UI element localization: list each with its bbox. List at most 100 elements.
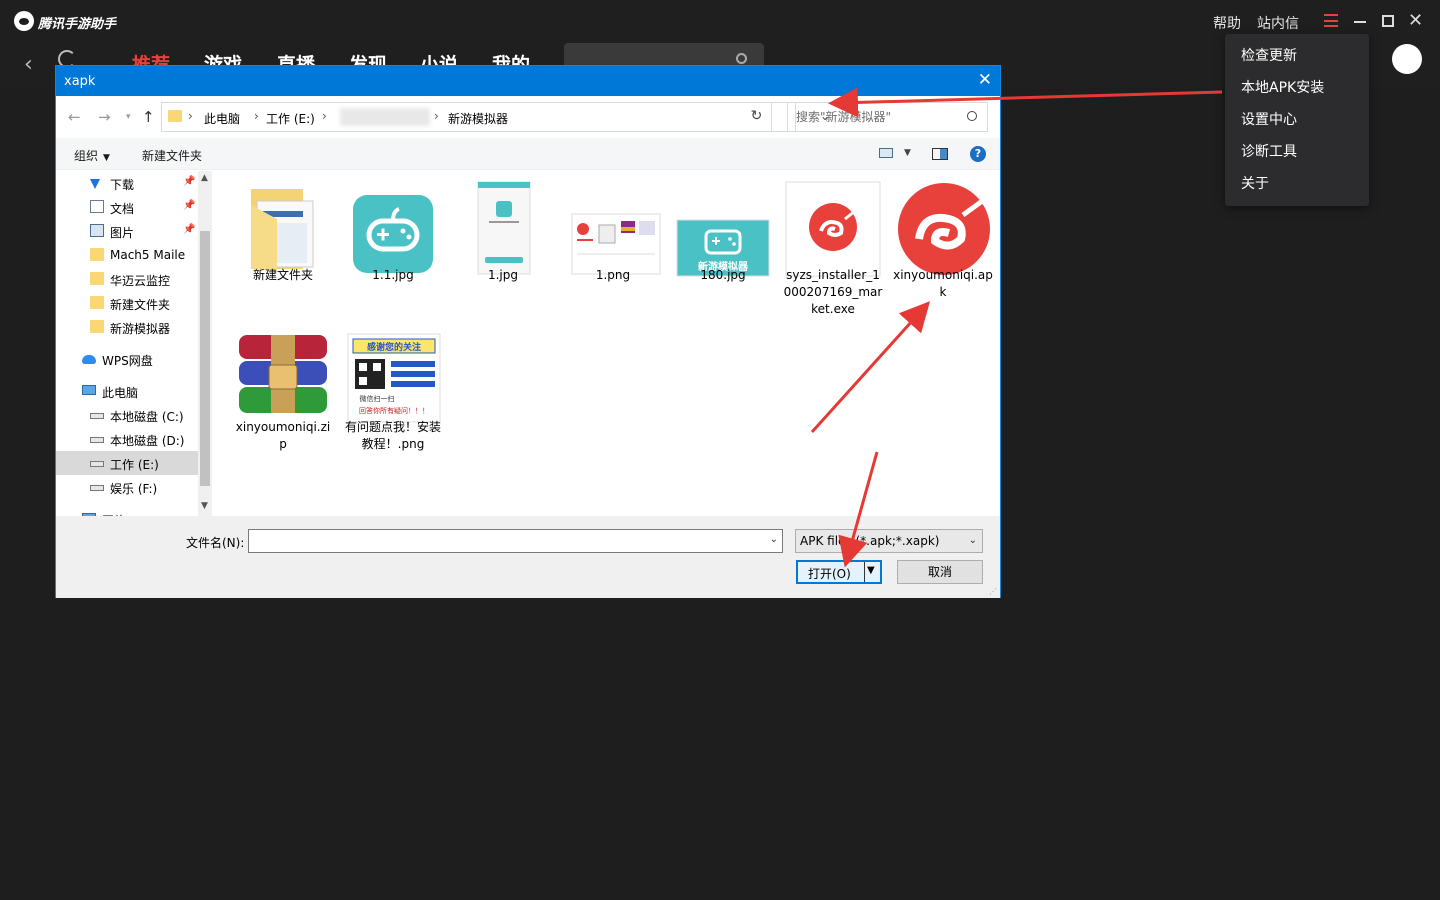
breadcrumb-separator-icon[interactable]: › [434, 109, 439, 123]
folder-icon [168, 110, 182, 122]
drive-icon [90, 485, 104, 491]
tree-item-label: 本地磁盘 (D:) [110, 434, 185, 448]
tree-item-huamai[interactable]: 华迈云监控 [56, 267, 198, 291]
menu-local-apk-install[interactable]: 本地APK安装 [1225, 72, 1369, 104]
breadcrumb-this-pc[interactable]: 此电脑 [204, 110, 240, 127]
view-mode-icon[interactable] [879, 148, 893, 158]
help-icon[interactable]: ? [970, 146, 986, 162]
app-titlebar: 腾讯手游助手 帮助 站内信 ✕ [0, 0, 1440, 42]
help-link[interactable]: 帮助 [1213, 13, 1241, 33]
tree-item-drive-e[interactable]: 工作 (E:) [56, 451, 198, 475]
tree-item-label: 新建文件夹 [110, 298, 171, 312]
dialog-footer: 文件名(N): ⌄ APK files (*.apk;*.xapk) ⌄ 打开(… [56, 516, 1000, 598]
folder-search-box[interactable] [787, 102, 988, 132]
tree-item-drive-f[interactable]: 娱乐 (F:) [56, 475, 198, 499]
tree-item-label: 文档 [110, 202, 135, 216]
breadcrumb-drive-e[interactable]: 工作 (E:) [266, 110, 315, 127]
refresh-icon[interactable]: ↻ [742, 102, 772, 132]
drive-icon [90, 461, 104, 467]
navigation-pane: 下载 📌 文档 📌 图片 📌 Mach5 Maile 华迈云监控 新建文件夹 新… [56, 171, 214, 516]
back-arrow-icon[interactable]: ‹ [24, 52, 33, 77]
file-name: xinyoumoniqi.zip [235, 420, 331, 451]
tree-item-label: 娱乐 (F:) [110, 482, 158, 496]
menu-about[interactable]: 关于 [1225, 168, 1369, 200]
resize-grip-icon[interactable]: ⋰ [989, 587, 997, 596]
app-logo-icon [14, 11, 34, 31]
nav-scrollbar[interactable]: ▲ ▼ [198, 171, 212, 516]
address-bar[interactable]: › 此电脑 › 工作 (E:) › › 新游模拟器 ⌄ [161, 102, 830, 132]
tree-item-label: 本地磁盘 (C:) [110, 410, 184, 424]
scroll-thumb[interactable] [200, 231, 210, 486]
tree-item-label: 下载 [110, 178, 135, 192]
file-name: 1.png [595, 268, 631, 282]
tree-item-network[interactable]: 网络 [56, 507, 198, 516]
back-icon[interactable]: ← [68, 108, 81, 126]
maximize-icon[interactable] [1382, 15, 1394, 27]
tree-item-label: 图片 [110, 226, 135, 240]
tree-item-drive-c[interactable]: 本地磁盘 (C:) [56, 403, 198, 427]
screenshot-icon [571, 213, 661, 275]
tree-item-documents[interactable]: 文档 📌 [56, 195, 198, 219]
breadcrumb-separator-icon[interactable]: › [188, 109, 193, 123]
tree-item-xinyou[interactable]: 新游模拟器 [56, 315, 198, 339]
filetype-select[interactable]: APK files (*.apk;*.xapk) ⌄ [795, 529, 983, 553]
menu-check-update[interactable]: 检查更新 [1225, 40, 1369, 72]
pin-icon: 📌 [183, 224, 196, 235]
menu-diagnostics[interactable]: 诊断工具 [1225, 136, 1369, 168]
scroll-up-icon[interactable]: ▲ [201, 173, 208, 183]
filename-input[interactable] [253, 531, 753, 551]
installer-exe-icon [785, 181, 881, 277]
up-folder-icon[interactable]: ↑ [142, 108, 155, 126]
tree-item-downloads[interactable]: 下载 📌 [56, 171, 198, 195]
filename-field[interactable]: ⌄ [248, 529, 783, 553]
tree-item-wps[interactable]: WPS网盘 [56, 347, 198, 371]
tree-item-mach5[interactable]: Mach5 Maile [56, 243, 198, 267]
cancel-button[interactable]: 取消 [897, 560, 983, 584]
archive-zip-icon [239, 335, 327, 413]
breadcrumb-current-folder[interactable]: 新游模拟器 [448, 110, 508, 127]
preview-pane-icon[interactable] [932, 148, 948, 160]
breadcrumb-separator-icon[interactable]: › [254, 109, 259, 123]
app-name: 腾讯手游助手 [38, 17, 117, 32]
app-close-icon[interactable]: ✕ [1408, 11, 1423, 31]
search-icon[interactable] [967, 111, 977, 121]
filename-chevron-down-icon[interactable]: ⌄ [770, 534, 778, 545]
view-mode-chevron-icon[interactable]: ▼ [904, 148, 911, 158]
tree-item-this-pc[interactable]: 此电脑 [56, 379, 198, 403]
organize-button[interactable]: 组织 ▼ [74, 147, 110, 164]
forward-icon[interactable]: → [98, 108, 111, 126]
dialog-titlebar: xapk ✕ [56, 66, 1000, 96]
address-row: ← → ▾ ↑ › 此电脑 › 工作 (E:) › › 新游模拟器 ⌄ ↻ [56, 96, 1000, 138]
folder-icon [90, 248, 104, 261]
open-split-chevron-icon[interactable]: ▼ [867, 565, 875, 576]
tree-item-label: Mach5 Maile [110, 248, 186, 262]
tree-item-new-folder[interactable]: 新建文件夹 [56, 291, 198, 315]
app-search-icon[interactable] [736, 53, 747, 64]
drive-icon [90, 413, 104, 419]
thumb-header: 感谢您的关注 [367, 341, 421, 353]
breadcrumb-separator-icon[interactable]: › [322, 109, 327, 123]
qr-tutorial-icon: 感谢您的关注 微信扫一扫 回答你所有疑问！！！ [347, 333, 441, 423]
open-file-dialog: xapk ✕ ← → ▾ ↑ › 此电脑 › 工作 (E:) › › 新游模拟器… [55, 65, 1001, 598]
menu-settings[interactable]: 设置中心 [1225, 104, 1369, 136]
dialog-title: xapk [64, 74, 96, 89]
user-avatar[interactable] [1392, 44, 1422, 74]
hamburger-menu-icon[interactable] [1324, 14, 1338, 27]
file-name: 180.jpg [700, 268, 746, 282]
scroll-down-icon[interactable]: ▼ [201, 501, 208, 511]
open-button[interactable]: 打开(O) ▼ [796, 560, 882, 584]
filetype-chevron-down-icon: ⌄ [968, 535, 977, 546]
folder-search-input[interactable] [796, 104, 966, 130]
new-folder-button[interactable]: 新建文件夹 [142, 147, 202, 164]
file-name: xinyoumoniqi.apk [893, 268, 993, 299]
download-icon [90, 179, 100, 189]
thumb-footer-2: 回答你所有疑问！！！ [359, 406, 429, 415]
minimize-icon[interactable] [1354, 21, 1366, 23]
recent-locations-chevron-icon[interactable]: ▾ [126, 112, 131, 122]
tree-item-pictures[interactable]: 图片 📌 [56, 219, 198, 243]
dialog-close-icon[interactable]: ✕ [978, 70, 992, 90]
pictures-icon [90, 224, 104, 237]
messages-link[interactable]: 站内信 [1257, 13, 1299, 33]
tree-item-drive-d[interactable]: 本地磁盘 (D:) [56, 427, 198, 451]
folder-icon [251, 189, 314, 271]
